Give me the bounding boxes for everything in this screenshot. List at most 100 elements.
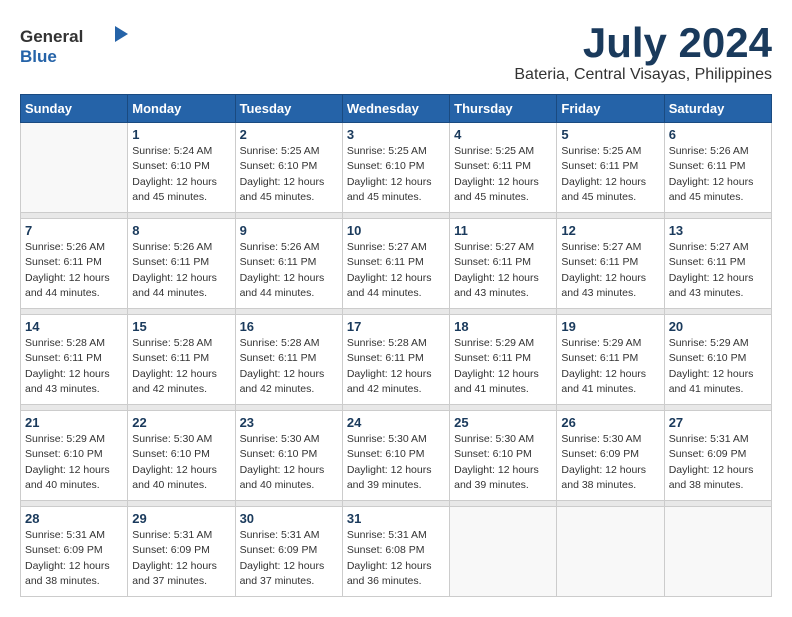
calendar-weekday-header: Tuesday bbox=[235, 95, 342, 123]
day-number: 21 bbox=[25, 415, 123, 430]
calendar-day-cell: 25 Sunrise: 5:30 AMSunset: 6:10 PMDayligh… bbox=[450, 411, 557, 501]
day-number: 1 bbox=[132, 127, 230, 142]
calendar-day-cell bbox=[21, 123, 128, 213]
calendar-day-cell: 4Sunrise: 5:25 AMSunset: 6:11 PMDaylight… bbox=[450, 123, 557, 213]
day-info: Sunrise: 5:30 AMSunset: 6:10 PMDaylight:… bbox=[132, 432, 230, 493]
calendar-day-cell: 23 Sunrise: 5:30 AMSunset: 6:10 PMDayligh… bbox=[235, 411, 342, 501]
calendar-week-row: 21 Sunrise: 5:29 AMSunset: 6:10 PMDayligh… bbox=[21, 411, 772, 501]
day-info: Sunrise: 5:27 AMSunset: 6:11 PMDaylight:… bbox=[561, 240, 659, 301]
calendar-day-cell: 21 Sunrise: 5:29 AMSunset: 6:10 PMDayligh… bbox=[21, 411, 128, 501]
logo: General Blue bbox=[20, 20, 130, 75]
calendar-day-cell: 5Sunrise: 5:25 AMSunset: 6:11 PMDaylight… bbox=[557, 123, 664, 213]
logo-graphic: General Blue bbox=[20, 20, 130, 75]
calendar-day-cell: 24 Sunrise: 5:30 AMSunset: 6:10 PMDayligh… bbox=[342, 411, 449, 501]
day-info: Sunrise: 5:26 AMSunset: 6:11 PMDaylight:… bbox=[240, 240, 338, 301]
day-info: Sunrise: 5:24 AMSunset: 6:10 PMDaylight:… bbox=[132, 144, 230, 205]
day-info: Sunrise: 5:25 AMSunset: 6:11 PMDaylight:… bbox=[561, 144, 659, 205]
header: General Blue July 2024 Bateria, Central … bbox=[20, 20, 772, 84]
day-number: 11 bbox=[454, 223, 552, 238]
day-info: Sunrise: 5:27 AMSunset: 6:11 PMDaylight:… bbox=[454, 240, 552, 301]
day-info: Sunrise: 5:26 AMSunset: 6:11 PMDaylight:… bbox=[25, 240, 123, 301]
day-info: Sunrise: 5:31 AMSunset: 6:09 PMDaylight:… bbox=[132, 528, 230, 589]
calendar-day-cell: 20 Sunrise: 5:29 AMSunset: 6:10 PMDayligh… bbox=[664, 315, 771, 405]
day-number: 19 bbox=[561, 319, 659, 334]
day-info: Sunrise: 5:26 AMSunset: 6:11 PMDaylight:… bbox=[132, 240, 230, 301]
day-info: Sunrise: 5:29 AMSunset: 6:11 PMDaylight:… bbox=[454, 336, 552, 397]
day-number: 13 bbox=[669, 223, 767, 238]
calendar-day-cell: 3Sunrise: 5:25 AMSunset: 6:10 PMDaylight… bbox=[342, 123, 449, 213]
calendar-header-row: SundayMondayTuesdayWednesdayThursdayFrid… bbox=[21, 95, 772, 123]
day-info: Sunrise: 5:30 AMSunset: 6:10 PMDaylight:… bbox=[454, 432, 552, 493]
day-info: Sunrise: 5:30 AMSunset: 6:09 PMDaylight:… bbox=[561, 432, 659, 493]
calendar-day-cell: 29 Sunrise: 5:31 AMSunset: 6:09 PMDayligh… bbox=[128, 507, 235, 597]
day-number: 28 bbox=[25, 511, 123, 526]
day-info: Sunrise: 5:31 AMSunset: 6:08 PMDaylight:… bbox=[347, 528, 445, 589]
calendar-day-cell: 28 Sunrise: 5:31 AMSunset: 6:09 PMDayligh… bbox=[21, 507, 128, 597]
calendar-weekday-header: Sunday bbox=[21, 95, 128, 123]
calendar-week-row: 7 Sunrise: 5:26 AMSunset: 6:11 PMDaylight… bbox=[21, 219, 772, 309]
day-info: Sunrise: 5:30 AMSunset: 6:10 PMDaylight:… bbox=[240, 432, 338, 493]
calendar-day-cell: 6 Sunrise: 5:26 AMSunset: 6:11 PMDaylight… bbox=[664, 123, 771, 213]
calendar-day-cell: 31 Sunrise: 5:31 AMSunset: 6:08 PMDayligh… bbox=[342, 507, 449, 597]
day-info: Sunrise: 5:25 AMSunset: 6:10 PMDaylight:… bbox=[240, 144, 338, 205]
calendar-day-cell: 27 Sunrise: 5:31 AMSunset: 6:09 PMDayligh… bbox=[664, 411, 771, 501]
day-info: Sunrise: 5:27 AMSunset: 6:11 PMDaylight:… bbox=[669, 240, 767, 301]
calendar-week-row: 1 Sunrise: 5:24 AMSunset: 6:10 PMDaylight… bbox=[21, 123, 772, 213]
calendar-day-cell: 22 Sunrise: 5:30 AMSunset: 6:10 PMDayligh… bbox=[128, 411, 235, 501]
day-info: Sunrise: 5:27 AMSunset: 6:11 PMDaylight:… bbox=[347, 240, 445, 301]
day-info: Sunrise: 5:31 AMSunset: 6:09 PMDaylight:… bbox=[669, 432, 767, 493]
day-info: Sunrise: 5:31 AMSunset: 6:09 PMDaylight:… bbox=[240, 528, 338, 589]
calendar-day-cell: 13 Sunrise: 5:27 AMSunset: 6:11 PMDayligh… bbox=[664, 219, 771, 309]
svg-text:Blue: Blue bbox=[20, 47, 57, 66]
calendar-day-cell: 11 Sunrise: 5:27 AMSunset: 6:11 PMDayligh… bbox=[450, 219, 557, 309]
day-number: 8 bbox=[132, 223, 230, 238]
day-number: 2 bbox=[240, 127, 338, 142]
day-info: Sunrise: 5:30 AMSunset: 6:10 PMDaylight:… bbox=[347, 432, 445, 493]
day-number: 24 bbox=[347, 415, 445, 430]
day-info: Sunrise: 5:28 AMSunset: 6:11 PMDaylight:… bbox=[25, 336, 123, 397]
day-info: Sunrise: 5:26 AMSunset: 6:11 PMDaylight:… bbox=[669, 144, 767, 205]
calendar-weekday-header: Saturday bbox=[664, 95, 771, 123]
calendar-day-cell: 15Sunrise: 5:28 AMSunset: 6:11 PMDayligh… bbox=[128, 315, 235, 405]
calendar-table: SundayMondayTuesdayWednesdayThursdayFrid… bbox=[20, 94, 772, 597]
day-number: 17 bbox=[347, 319, 445, 334]
day-info: Sunrise: 5:29 AMSunset: 6:10 PMDaylight:… bbox=[25, 432, 123, 493]
day-number: 15 bbox=[132, 319, 230, 334]
day-number: 7 bbox=[25, 223, 123, 238]
calendar-week-row: 14 Sunrise: 5:28 AMSunset: 6:11 PMDayligh… bbox=[21, 315, 772, 405]
day-number: 20 bbox=[669, 319, 767, 334]
day-number: 12 bbox=[561, 223, 659, 238]
svg-text:General: General bbox=[20, 27, 83, 46]
calendar-weekday-header: Friday bbox=[557, 95, 664, 123]
day-number: 31 bbox=[347, 511, 445, 526]
calendar-day-cell: 12 Sunrise: 5:27 AMSunset: 6:11 PMDayligh… bbox=[557, 219, 664, 309]
day-number: 25 bbox=[454, 415, 552, 430]
calendar-day-cell: 18Sunrise: 5:29 AMSunset: 6:11 PMDayligh… bbox=[450, 315, 557, 405]
day-number: 22 bbox=[132, 415, 230, 430]
day-info: Sunrise: 5:25 AMSunset: 6:10 PMDaylight:… bbox=[347, 144, 445, 205]
calendar-day-cell: 16Sunrise: 5:28 AMSunset: 6:11 PMDayligh… bbox=[235, 315, 342, 405]
calendar-day-cell bbox=[664, 507, 771, 597]
calendar-day-cell bbox=[450, 507, 557, 597]
calendar-day-cell: 10Sunrise: 5:27 AMSunset: 6:11 PMDayligh… bbox=[342, 219, 449, 309]
day-info: Sunrise: 5:31 AMSunset: 6:09 PMDaylight:… bbox=[25, 528, 123, 589]
calendar-week-row: 28 Sunrise: 5:31 AMSunset: 6:09 PMDayligh… bbox=[21, 507, 772, 597]
calendar-day-cell: 19 Sunrise: 5:29 AMSunset: 6:11 PMDayligh… bbox=[557, 315, 664, 405]
day-number: 26 bbox=[561, 415, 659, 430]
calendar-weekday-header: Thursday bbox=[450, 95, 557, 123]
calendar-day-cell: 26 Sunrise: 5:30 AMSunset: 6:09 PMDayligh… bbox=[557, 411, 664, 501]
day-number: 6 bbox=[669, 127, 767, 142]
calendar-day-cell bbox=[557, 507, 664, 597]
day-info: Sunrise: 5:29 AMSunset: 6:11 PMDaylight:… bbox=[561, 336, 659, 397]
day-number: 27 bbox=[669, 415, 767, 430]
day-number: 14 bbox=[25, 319, 123, 334]
calendar-weekday-header: Wednesday bbox=[342, 95, 449, 123]
calendar-day-cell: 7 Sunrise: 5:26 AMSunset: 6:11 PMDaylight… bbox=[21, 219, 128, 309]
day-info: Sunrise: 5:29 AMSunset: 6:10 PMDaylight:… bbox=[669, 336, 767, 397]
day-number: 23 bbox=[240, 415, 338, 430]
month-title: July 2024 bbox=[514, 20, 772, 66]
calendar-day-cell: 30Sunrise: 5:31 AMSunset: 6:09 PMDayligh… bbox=[235, 507, 342, 597]
calendar-weekday-header: Monday bbox=[128, 95, 235, 123]
calendar-day-cell: 8 Sunrise: 5:26 AMSunset: 6:11 PMDaylight… bbox=[128, 219, 235, 309]
day-number: 29 bbox=[132, 511, 230, 526]
